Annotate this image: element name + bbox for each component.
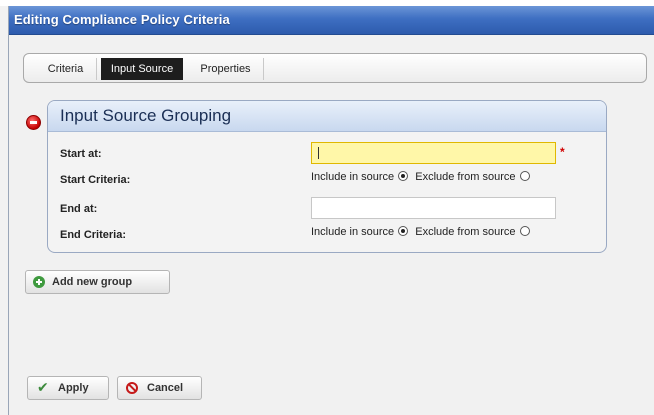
group-header: Input Source Grouping (48, 101, 606, 132)
dialog-title: Editing Compliance Policy Criteria (14, 12, 230, 27)
end-exclude-radio[interactable] (519, 226, 530, 236)
tab-input-source[interactable]: Input Source (101, 58, 183, 80)
tab-properties[interactable]: Properties (188, 58, 264, 80)
apply-label: Apply (58, 382, 89, 394)
end-criteria-label: End Criteria: (60, 229, 127, 241)
end-criteria-radio-group: Include in source Exclude from source (311, 226, 534, 238)
start-exclude-label: Exclude from source (415, 171, 516, 183)
add-new-group-label: Add new group (52, 276, 133, 288)
dialog-titlebar[interactable]: Editing Compliance Policy Criteria (9, 6, 654, 35)
start-criteria-radio-group: Include in source Exclude from source (311, 171, 534, 183)
start-include-label: Include in source (311, 171, 395, 183)
start-include-radio[interactable] (398, 171, 409, 181)
input-source-group-panel: Input Source Grouping Start at: * Start … (47, 100, 607, 253)
end-include-radio[interactable] (398, 226, 409, 236)
tab-criteria[interactable]: Criteria (35, 58, 97, 80)
start-at-input[interactable] (311, 142, 556, 164)
end-exclude-label: Exclude from source (415, 226, 516, 238)
check-icon: ✔ (37, 380, 49, 396)
edit-criteria-dialog: Editing Compliance Policy Criteria Crite… (8, 6, 654, 415)
apply-button[interactable]: ✔ Apply (27, 376, 109, 400)
tab-bar: Criteria Input Source Properties (23, 53, 647, 83)
start-criteria-label: Start Criteria: (60, 174, 131, 186)
cancel-label: Cancel (147, 382, 184, 394)
start-exclude-radio[interactable] (519, 171, 530, 181)
end-include-label: Include in source (311, 226, 395, 238)
add-new-group-button[interactable]: Add new group (25, 270, 170, 294)
group-title: Input Source Grouping (60, 106, 232, 125)
required-marker: * (560, 145, 565, 159)
cancel-button[interactable]: Cancel (117, 376, 202, 400)
plus-icon (33, 276, 45, 288)
start-at-label: Start at: (60, 148, 102, 160)
end-at-label: End at: (60, 203, 98, 215)
end-at-input[interactable] (311, 197, 556, 219)
cancel-icon (126, 382, 138, 394)
remove-group-icon[interactable] (26, 115, 41, 130)
